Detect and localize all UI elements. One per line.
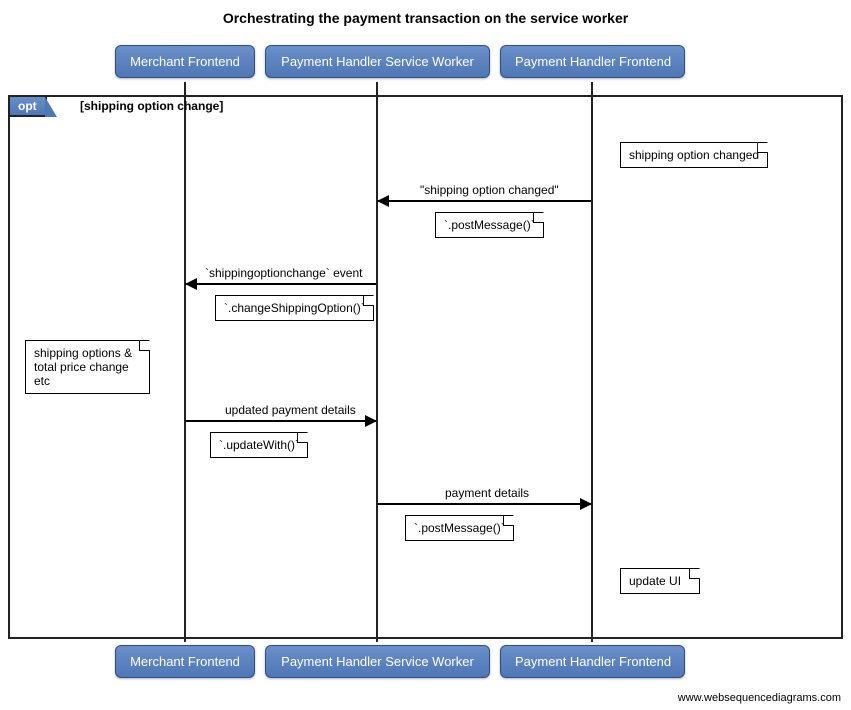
note-updatewith: `.updateWith()` (210, 432, 308, 458)
arrow-shippingoptionchange-event (186, 283, 376, 285)
participant-sw-top: Payment Handler Service Worker (265, 45, 490, 78)
note-shipping-options-total: shipping options & total price change et… (25, 340, 150, 394)
participant-sw-bottom: Payment Handler Service Worker (265, 645, 490, 678)
arrow-shipping-option-changed (378, 200, 591, 202)
participant-merchant-top: Merchant Frontend (115, 45, 255, 78)
msg-payment-details: payment details (445, 486, 529, 500)
participant-merchant-bottom: Merchant Frontend (115, 645, 255, 678)
diagram-title: Orchestrating the payment transaction on… (0, 0, 851, 32)
participant-ph-bottom: Payment Handler Frontend (500, 645, 685, 678)
msg-updated-payment-details: updated payment details (225, 403, 356, 417)
arrow-updated-payment-details (186, 420, 376, 422)
note-postmessage-2: `.postMessage()` (405, 515, 514, 541)
note-postmessage-1: `.postMessage()` (435, 212, 544, 238)
note-shipping-option-changed: shipping option changed (620, 142, 768, 168)
arrow-payment-details (378, 503, 591, 505)
participant-ph-top: Payment Handler Frontend (500, 45, 685, 78)
opt-guard: [shipping option change] (80, 99, 223, 113)
watermark: www.websequencediagrams.com (678, 692, 841, 704)
note-changeshippingoption: `.changeShippingOption()` (215, 295, 374, 321)
opt-label: opt (10, 97, 47, 117)
msg-shipping-option-changed: "shipping option changed" (420, 183, 559, 197)
note-update-ui: update UI (620, 568, 700, 594)
msg-shippingoptionchange-event: `shippingoptionchange` event (205, 266, 362, 280)
